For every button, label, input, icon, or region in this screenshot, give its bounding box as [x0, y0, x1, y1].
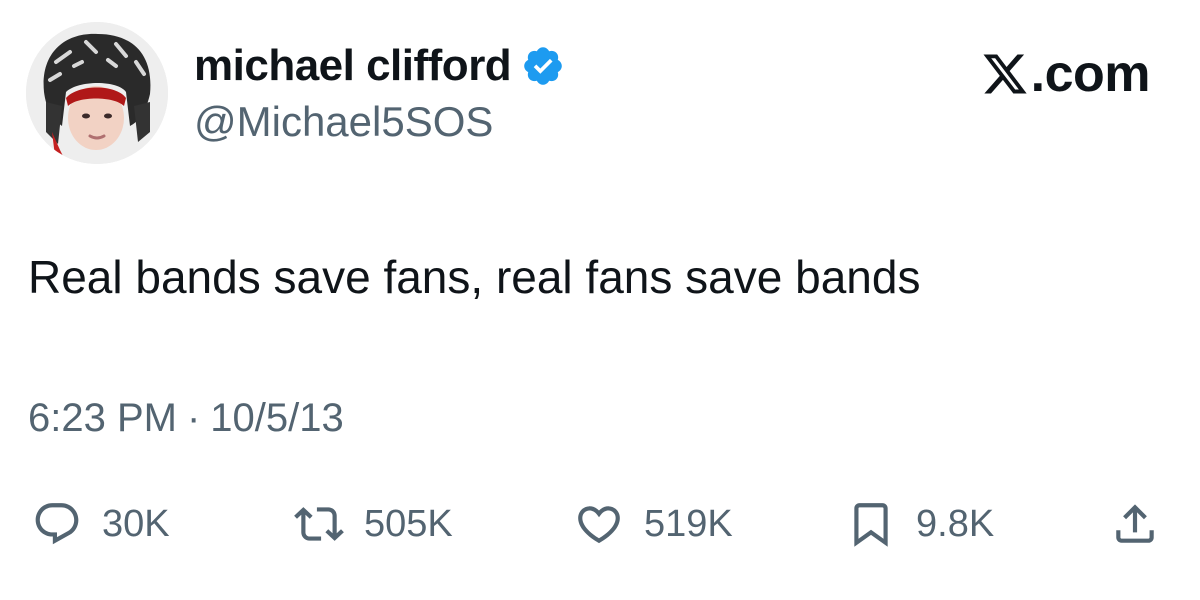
author-name-row: michael clifford	[194, 40, 565, 92]
like-button[interactable]: 519K	[574, 494, 733, 554]
share-button[interactable]	[1110, 494, 1160, 554]
author-handle[interactable]: @Michael5SOS	[194, 98, 493, 146]
repost-button[interactable]: 505K	[294, 494, 453, 554]
reply-button[interactable]: 30K	[32, 494, 170, 554]
avatar[interactable]	[26, 22, 168, 164]
tweet-text: Real bands save fans, real fans save ban…	[28, 251, 921, 303]
repost-count: 505K	[364, 502, 453, 545]
meta-separator: ·	[186, 396, 201, 440]
tweet-meta: 6:23 PM · 10/5/13	[28, 396, 344, 441]
bookmark-count: 9.8K	[916, 502, 995, 545]
bookmark-button[interactable]: 9.8K	[846, 494, 994, 554]
action-bar: 30K 505K 519K 9.8K	[0, 494, 1200, 554]
tweet-time[interactable]: 6:23 PM	[28, 396, 177, 441]
source-label: .com	[1030, 45, 1151, 103]
tweet-date[interactable]: 10/5/13	[210, 396, 343, 441]
like-count: 519K	[644, 502, 733, 545]
reply-count: 30K	[102, 502, 170, 545]
heart-icon	[574, 499, 624, 549]
x-logo-icon	[981, 50, 1029, 98]
verified-badge-icon	[521, 44, 565, 88]
bookmark-icon	[846, 499, 896, 549]
source-watermark: .com	[981, 44, 1151, 104]
avatar-image	[26, 22, 168, 164]
share-upload-icon	[1110, 499, 1160, 549]
reply-bubble-icon	[32, 499, 82, 549]
repost-arrows-icon	[294, 499, 344, 549]
author-display-name[interactable]: michael clifford	[194, 41, 512, 91]
